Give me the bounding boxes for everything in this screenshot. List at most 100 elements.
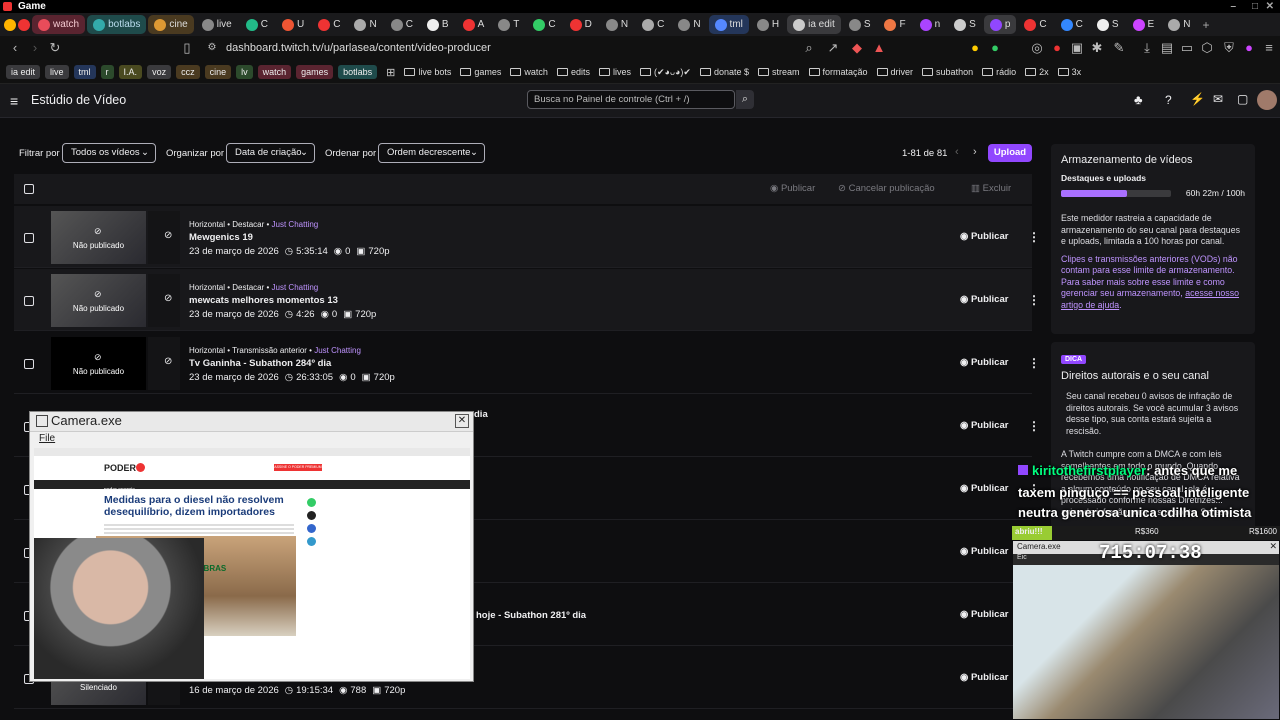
video-category[interactable]: Just Chatting [272,220,319,229]
wallet-icon[interactable]: ▭ [1180,41,1194,55]
browser-tab[interactable]: ia edit [787,15,841,34]
browser-tab[interactable]: N [672,15,706,34]
dashboard-search-input[interactable]: Busca no Painel de controle (Ctrl + /) [527,90,735,109]
more-options-icon[interactable]: ⋮ [1028,419,1040,433]
browser-tab[interactable]: T [492,15,525,34]
bookmark-item[interactable]: donate $ [699,67,749,77]
bookmark-item[interactable]: games [460,67,501,77]
publish-button[interactable]: ◉ Publicar [950,289,1014,311]
site-info-icon[interactable]: ⚙ [205,41,219,55]
bookmark-item[interactable]: watch [510,67,548,77]
publish-button[interactable]: ◉ Publicar [950,478,1014,500]
browser-tab[interactable]: N [1162,15,1196,34]
browser-tab[interactable]: S [948,15,982,34]
bookmark-group-chip[interactable]: I.A. [118,65,143,79]
bookmark-group-chip[interactable]: watch [257,65,292,79]
video-title[interactable]: Mewgenics 19 [189,232,253,243]
browser-tab[interactable]: cine [148,15,194,34]
publish-button[interactable]: ◉ Publicar [950,667,1014,689]
new-tab-icon[interactable]: + [1202,18,1209,32]
video-title[interactable]: Tv Ganinha - Subathon 284º dia [189,358,331,369]
publish-button[interactable]: ◉ Publicar [950,352,1014,374]
reload-icon[interactable]: ↻ [48,41,62,55]
avatar[interactable] [1257,90,1277,110]
extension-icon[interactable]: ● [968,41,982,55]
more-options-icon[interactable]: ⋮ [1028,356,1040,370]
forward-icon[interactable]: › [28,41,42,55]
extension-icon[interactable]: ● [988,41,1002,55]
youtube-icon[interactable] [18,18,30,31]
browser-tab[interactable]: N [348,15,382,34]
browser-tab[interactable]: D [564,15,598,34]
browser-tab[interactable]: C [527,15,561,34]
bookmark-item[interactable]: edits [556,67,590,77]
inbox-icon[interactable]: ✉ [1213,92,1223,106]
video-thumbnail[interactable] [51,337,146,390]
video-row[interactable]: ⊘ ⊘ Não publicado Horizontal • Destacar • J… [14,269,1040,331]
browser-tab[interactable]: tml [708,15,749,34]
browser-tab[interactable]: F [878,15,911,34]
download-icon[interactable]: ⤓ [1140,41,1154,55]
bulk-delete-button[interactable]: ▥ Excluir [971,183,1011,194]
video-title[interactable]: mewcats melhores momentos 13 [189,295,338,306]
select-all-checkbox[interactable] [24,184,34,194]
minimize-icon[interactable]: – [1230,0,1236,13]
publish-button[interactable]: ◉ Publicar [950,226,1014,248]
bookmark-group-chip[interactable]: tml [73,65,96,79]
extension-icon[interactable]: ⬡ [1200,41,1214,55]
video-category[interactable]: Just Chatting [314,346,361,355]
browser-profile-icon[interactable] [4,18,16,31]
publish-button[interactable]: ◉ Publicar [950,541,1014,563]
activity-icon[interactable]: ⚡ [1190,92,1205,106]
order-dropdown[interactable]: Ordem decrescente ⌄ [378,143,485,163]
browser-tab[interactable]: C [1018,15,1052,34]
video-thumbnail[interactable] [51,211,146,264]
video-title-partial[interactable]: dia [474,409,488,420]
brave-rewards-icon[interactable]: ▲ [872,41,886,55]
bookmark-item[interactable]: 2x [1025,67,1049,77]
bulk-unpublish-button[interactable]: ⊘ Cancelar publicação [838,183,935,194]
browser-tab[interactable]: H [751,15,785,34]
extension-icon[interactable]: ◎ [1030,41,1044,55]
video-category[interactable]: Just Chatting [272,283,319,292]
video-thumbnail[interactable] [51,274,146,327]
publish-button[interactable]: ◉ Publicar [950,604,1014,626]
bookmark-item[interactable]: (✔︎◕ᴗ◕)✔︎ [639,67,691,78]
video-row[interactable]: ⊘ ⊘ Não publicado Horizontal • Destacar • J… [14,206,1040,268]
search-icon[interactable]: ⌕ [736,90,754,109]
bookmark-group-chip[interactable]: ccz [176,65,200,79]
browser-tab[interactable]: n [914,15,947,34]
apps-grid-icon[interactable]: ⊞ [386,66,395,79]
row-checkbox[interactable] [24,296,34,306]
bookmark-group-chip[interactable]: lv [236,65,253,79]
notifications-icon[interactable]: ♣ [1134,92,1143,107]
browser-tab[interactable]: U [276,15,310,34]
extension-icon[interactable]: ▣ [1070,41,1084,55]
next-page-icon[interactable]: › [973,146,977,158]
brave-shield-icon[interactable]: ◆ [850,41,864,55]
bookmark-group-chip[interactable]: voz [147,65,172,79]
browser-tab[interactable]: S [1091,15,1125,34]
popup-close-button[interactable]: ✕ [455,414,469,428]
whispers-icon[interactable]: ▢ [1237,92,1248,106]
extension-icon[interactable]: ✎ [1112,41,1126,55]
bookmark-item[interactable]: subathon [922,67,973,77]
help-icon[interactable]: ? [1165,93,1172,107]
bookmark-group-chip[interactable]: games [296,65,334,79]
popup-file-menu[interactable]: File [39,433,55,444]
upload-button[interactable]: Upload [988,144,1032,162]
browser-tab[interactable]: C [1055,15,1089,34]
bookmark-item[interactable]: 3x [1057,67,1081,77]
browser-tab[interactable]: botlabs [87,15,147,34]
bulk-publish-button[interactable]: ◉ Publicar [770,183,815,194]
bookmark-group-chip[interactable]: r [100,65,114,79]
browser-tab[interactable]: live [196,15,238,34]
organize-dropdown[interactable]: Data de criação ⌄ [226,143,315,163]
video-row[interactable]: ⊘ ⊘ Não publicado Horizontal • Transmissão … [14,332,1040,394]
browser-tab[interactable]: E [1127,15,1161,34]
bookmark-item[interactable]: driver [876,67,913,77]
vpn-icon[interactable]: ⛨ [1222,41,1236,55]
video-title-partial[interactable]: hoje - Subathon 281º dia [476,610,586,621]
row-checkbox[interactable] [24,359,34,369]
bookmark-item[interactable]: formatação [808,67,868,77]
